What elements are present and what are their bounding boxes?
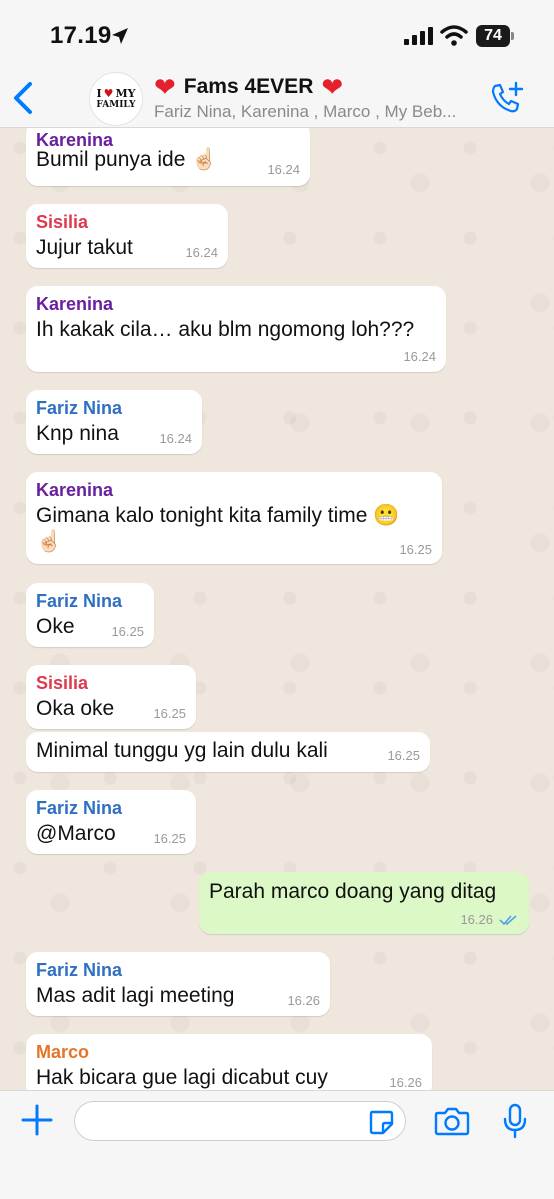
message-bubble[interactable]: Karenina Ih kakak cila… aku blm ngomong … xyxy=(26,286,446,372)
chat-header: I ♥ MY FAMILY ❤ Fams 4EVER ❤ Fariz Nina,… xyxy=(0,72,554,128)
message-input[interactable] xyxy=(74,1101,406,1141)
message-text-line2: ☝🏻 xyxy=(36,530,63,553)
logo-line2: FAMILY xyxy=(96,100,136,110)
message-bubble[interactable]: Fariz Nina @Marco 16.25 xyxy=(26,790,196,854)
group-avatar[interactable]: I ♥ MY FAMILY xyxy=(89,72,143,126)
message-time: 16.24 xyxy=(403,349,436,364)
battery-tip xyxy=(511,32,514,40)
message-bubble[interactable]: Karenina Bumil punya ide ☝🏻 16.24 xyxy=(26,128,310,186)
message-bubble[interactable]: Marco Hak bicara gue lagi dicabut cuy 16… xyxy=(26,1034,432,1090)
message-text: Parah marco doang yang ditag xyxy=(209,880,497,903)
logo-letter: I xyxy=(96,87,102,100)
sender-name: Marco xyxy=(36,1042,90,1062)
message-time: 16.25 xyxy=(153,706,186,721)
heart-emoji-icon: ❤ xyxy=(154,72,176,102)
message-time: 16.25 xyxy=(387,748,420,763)
sender-name: Fariz Nina xyxy=(36,398,123,418)
message-time: 16.25 xyxy=(111,624,144,639)
message-bubble[interactable]: Fariz Nina Knp nina 16.24 xyxy=(26,390,202,454)
message-time: 16.26 xyxy=(287,993,320,1008)
status-bar: 17.19 74 xyxy=(0,0,554,72)
logo-word: MY xyxy=(115,87,136,100)
message-text: Knp nina xyxy=(36,422,119,445)
battery-indicator: 74 xyxy=(476,25,510,47)
message-bubble[interactable]: Sisilia Jujur takut 16.24 xyxy=(26,204,228,268)
status-time: 17.19 xyxy=(50,22,112,49)
message-time: 16.24 xyxy=(159,431,192,446)
location-arrow-icon xyxy=(112,28,128,44)
sender-name: Karenina xyxy=(36,480,114,500)
plus-icon[interactable] xyxy=(20,1103,54,1137)
message-bubble[interactable]: Sisilia Oka oke 16.25 xyxy=(26,665,196,729)
group-title[interactable]: ❤ Fams 4EVER ❤ xyxy=(154,72,343,102)
heart-icon: ♥ xyxy=(103,87,114,100)
message-time: 16.24 xyxy=(267,162,300,177)
input-bar xyxy=(0,1090,554,1199)
camera-icon[interactable] xyxy=(434,1105,470,1137)
wifi-icon xyxy=(440,25,468,46)
back-icon[interactable] xyxy=(10,80,38,116)
message-text: Jujur takut xyxy=(36,236,133,259)
message-text: @Marco xyxy=(36,822,116,845)
message-bubble[interactable]: Minimal tunggu yg lain dulu kali 16.25 xyxy=(26,732,430,772)
message-text: Minimal tunggu yg lain dulu kali xyxy=(36,739,328,762)
message-text: Ih kakak cila… aku blm ngomong loh??? xyxy=(36,318,415,341)
message-time: 16.25 xyxy=(153,831,186,846)
sticker-icon[interactable] xyxy=(368,1109,394,1135)
message-text: Oke xyxy=(36,615,75,638)
message-text: Hak bicara gue lagi dicabut cuy xyxy=(36,1066,328,1089)
message-time: 16.26 xyxy=(460,912,493,927)
sender-name: Sisilia xyxy=(36,212,89,232)
group-title-text: Fams 4EVER xyxy=(183,75,314,98)
message-text: Gimana kalo tonight kita family time 😬 xyxy=(36,504,400,527)
read-ticks-icon xyxy=(499,915,517,926)
chat-messages[interactable]: Karenina Bumil punya ide ☝🏻 16.24 Sisili… xyxy=(0,128,554,1090)
sender-name: Karenina xyxy=(36,294,114,314)
sender-name: Fariz Nina xyxy=(36,798,123,818)
message-bubble[interactable]: Fariz Nina Oke 16.25 xyxy=(26,583,154,647)
sender-name: Fariz Nina xyxy=(36,591,123,611)
mic-icon[interactable] xyxy=(502,1103,528,1139)
heart-emoji-icon: ❤ xyxy=(321,72,344,102)
message-text: Mas adit lagi meeting xyxy=(36,984,235,1007)
message-time: 16.26 xyxy=(389,1075,422,1090)
message-bubble[interactable]: Karenina Gimana kalo tonight kita family… xyxy=(26,472,442,564)
message-time: 16.25 xyxy=(399,542,432,557)
message-bubble-outgoing[interactable]: Parah marco doang yang ditag 16.26 xyxy=(199,872,529,934)
sender-name: Fariz Nina xyxy=(36,960,123,980)
message-bubble[interactable]: Fariz Nina Mas adit lagi meeting 16.26 xyxy=(26,952,330,1016)
signal-icon xyxy=(404,27,433,45)
sender-name: Sisilia xyxy=(36,673,89,693)
add-call-icon[interactable] xyxy=(489,80,525,116)
message-text: Oka oke xyxy=(36,697,115,720)
message-text: Bumil punya ide ☝🏻 xyxy=(36,148,218,171)
group-members[interactable]: Fariz Nina, Karenina , Marco , My Beb... xyxy=(154,102,480,122)
message-time: 16.24 xyxy=(185,245,218,260)
logo-line1: I ♥ MY xyxy=(96,88,135,100)
